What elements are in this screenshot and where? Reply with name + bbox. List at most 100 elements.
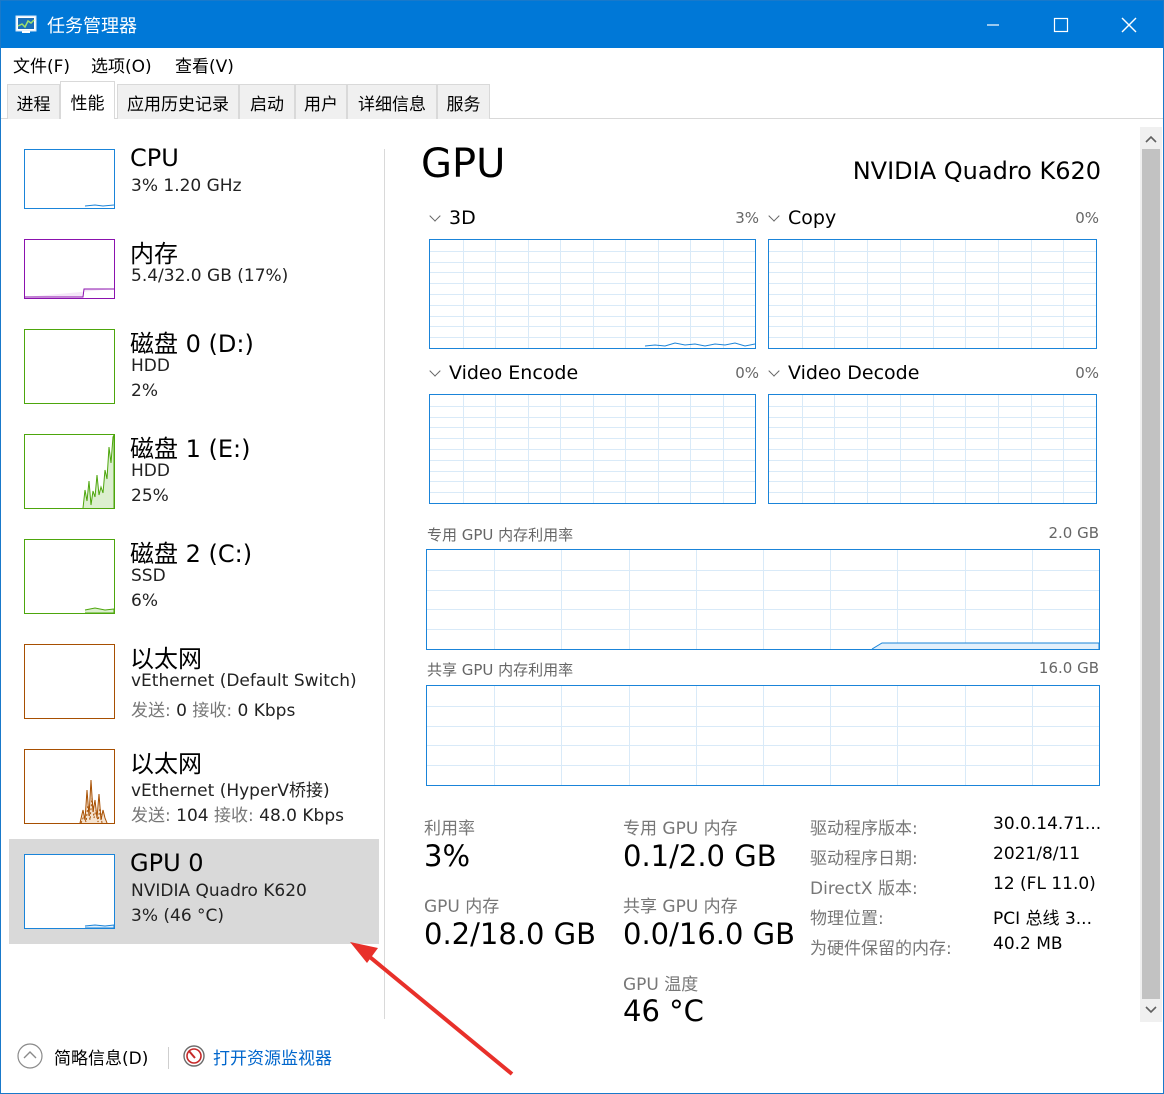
menu-file[interactable]: 文件(F) bbox=[13, 52, 70, 77]
engine-selector-copy[interactable]: Copy bbox=[768, 207, 836, 229]
resource-detail: 6% bbox=[131, 591, 158, 611]
engine-selector-video-decode[interactable]: Video Decode bbox=[768, 362, 919, 384]
chevron-down-icon bbox=[768, 365, 780, 377]
resource-adapter: vEthernet (HyperV桥接) bbox=[131, 781, 330, 801]
graph-grid bbox=[769, 240, 1096, 348]
graph-grid bbox=[427, 686, 1099, 785]
maximize-button[interactable] bbox=[1027, 1, 1095, 48]
fewer-details-link[interactable]: 简略信息(D) bbox=[54, 1044, 148, 1069]
resource-item-gpu-0[interactable]: GPU 0 NVIDIA Quadro K620 3% (46 °C) bbox=[9, 839, 379, 944]
tab-users[interactable]: 用户 bbox=[295, 84, 347, 119]
graph-dedicated-memory bbox=[426, 549, 1100, 650]
title-bar[interactable]: 任务管理器 bbox=[1, 1, 1163, 48]
resource-item-disk-1[interactable]: 磁盘 1 (E:) HDD 25% bbox=[9, 424, 379, 529]
resource-detail: 3% (46 °C) bbox=[131, 906, 225, 926]
scroll-down-icon[interactable] bbox=[1140, 1000, 1162, 1020]
resource-item-ethernet-hyperv[interactable]: 以太网 vEthernet (HyperV桥接) 发送: 104 接收: 48.… bbox=[9, 739, 379, 844]
engine-name: Copy bbox=[788, 207, 837, 229]
ethernet-1-thumbnail bbox=[24, 644, 115, 719]
scrollbar-thumb[interactable] bbox=[1142, 149, 1160, 999]
utilization-value: 3% bbox=[424, 839, 471, 873]
collapse-up-icon[interactable] bbox=[16, 1042, 44, 1070]
engine-selector-3d[interactable]: 3D bbox=[429, 207, 476, 229]
graph-grid bbox=[769, 395, 1096, 503]
graph-3d-line bbox=[644, 342, 755, 347]
window-title: 任务管理器 bbox=[47, 16, 137, 37]
graph-video-decode bbox=[768, 394, 1097, 504]
dedicated-memory-chart-max: 2.0 GB bbox=[1048, 524, 1099, 542]
menu-view[interactable]: 查看(V) bbox=[175, 52, 234, 77]
resource-item-disk-2[interactable]: 磁盘 2 (C:) SSD 6% bbox=[9, 529, 379, 634]
dedicated-memory-label: 专用 GPU 内存 bbox=[623, 819, 738, 839]
footer-divider bbox=[168, 1047, 169, 1069]
directx-version-label: DirectX 版本: bbox=[810, 879, 918, 899]
resource-item-disk-0[interactable]: 磁盘 0 (D:) HDD 2% bbox=[9, 319, 379, 424]
directx-version-value: 12 (FL 11.0) bbox=[993, 874, 1096, 894]
hardware-reserved-memory-label: 为硬件保留的内存: bbox=[810, 939, 952, 959]
receive-value: 0 Kbps bbox=[237, 701, 296, 721]
resource-title: 磁盘 2 (C:) bbox=[130, 540, 253, 568]
shared-memory-label: 共享 GPU 内存 bbox=[623, 897, 738, 917]
resource-title: 以太网 bbox=[130, 645, 202, 673]
shared-memory-value: 0.0/16.0 GB bbox=[623, 917, 796, 951]
resource-item-ethernet-default[interactable]: 以太网 vEthernet (Default Switch) 发送: 0 接收:… bbox=[9, 634, 379, 739]
resource-throughput: 发送: 0 接收: 0 Kbps bbox=[131, 696, 295, 721]
engine-name: Video Encode bbox=[449, 362, 579, 384]
resource-monitor-icon[interactable] bbox=[182, 1044, 206, 1068]
resource-detail: 25% bbox=[131, 486, 169, 506]
engine-percent: 0% bbox=[1075, 364, 1099, 382]
cpu-thumbnail bbox=[24, 149, 115, 209]
resource-adapter: NVIDIA Quadro K620 bbox=[131, 881, 307, 901]
resource-type: HDD bbox=[131, 356, 170, 376]
gpu-thumbnail bbox=[24, 854, 115, 929]
send-value: 104 bbox=[176, 806, 209, 826]
resource-detail: 2% bbox=[131, 381, 158, 401]
send-label: 发送: bbox=[131, 806, 171, 826]
open-resource-monitor-link[interactable]: 打开资源监视器 bbox=[213, 1044, 332, 1069]
resource-type: SSD bbox=[131, 566, 166, 586]
scroll-up-icon[interactable] bbox=[1140, 129, 1162, 149]
engine-selector-video-encode[interactable]: Video Encode bbox=[429, 362, 578, 384]
gpu-model-name: NVIDIA Quadro K620 bbox=[852, 157, 1101, 185]
maximize-icon bbox=[1053, 17, 1069, 32]
graph-dedicated-line bbox=[871, 642, 1099, 649]
resource-title: 磁盘 0 (D:) bbox=[130, 330, 254, 358]
chevron-down-icon bbox=[429, 210, 441, 222]
minimize-button[interactable] bbox=[959, 1, 1027, 48]
disk-0-thumbnail bbox=[24, 329, 115, 404]
resource-detail: 5.4/32.0 GB (17%) bbox=[131, 266, 289, 286]
tab-services[interactable]: 服务 bbox=[437, 84, 490, 119]
graph-shared-memory bbox=[426, 685, 1100, 786]
engine-name: 3D bbox=[449, 207, 476, 229]
graph-grid bbox=[430, 395, 755, 503]
resource-type: HDD bbox=[131, 461, 170, 481]
resource-title: 磁盘 1 (E:) bbox=[130, 435, 251, 463]
receive-label: 接收: bbox=[214, 806, 254, 826]
vertical-scrollbar[interactable] bbox=[1140, 127, 1162, 1022]
task-manager-window: 任务管理器 文件(F) 选项(O) 查看(V) 进程 性能 应用历史记录 启动 … bbox=[0, 0, 1164, 1094]
tab-details[interactable]: 详细信息 bbox=[347, 84, 437, 119]
graph-3d bbox=[429, 239, 756, 349]
gpu-memory-label: GPU 内存 bbox=[424, 897, 500, 917]
utilization-label: 利用率 bbox=[424, 819, 475, 839]
tab-strip: 进程 性能 应用历史记录 启动 用户 详细信息 服务 bbox=[1, 81, 1163, 120]
menu-bar: 文件(F) 选项(O) 查看(V) bbox=[1, 48, 1163, 79]
gpu-temperature-value: 46 °C bbox=[623, 994, 704, 1022]
hardware-reserved-memory-value: 40.2 MB bbox=[993, 934, 1063, 954]
pane-divider bbox=[384, 149, 385, 1019]
menu-options[interactable]: 选项(O) bbox=[91, 52, 152, 77]
physical-location-label: 物理位置: bbox=[810, 909, 884, 929]
engine-percent: 0% bbox=[735, 364, 759, 382]
memory-thumbnail bbox=[24, 239, 115, 299]
close-button[interactable] bbox=[1095, 1, 1163, 48]
shared-memory-chart-label: 共享 GPU 内存利用率 bbox=[427, 661, 574, 679]
tab-performance[interactable]: 性能 bbox=[60, 81, 115, 120]
disk-2-thumbnail bbox=[24, 539, 115, 614]
tab-app-history[interactable]: 应用历史记录 bbox=[117, 84, 239, 119]
dedicated-memory-value: 0.1/2.0 GB bbox=[623, 839, 777, 873]
tab-processes[interactable]: 进程 bbox=[7, 84, 60, 119]
tab-startup[interactable]: 启动 bbox=[239, 84, 295, 119]
chevron-down-icon bbox=[768, 210, 780, 222]
physical-location-value: PCI 总线 3... bbox=[993, 909, 1092, 929]
footer-bar: 简略信息(D) 打开资源监视器 bbox=[1, 1025, 1163, 1093]
